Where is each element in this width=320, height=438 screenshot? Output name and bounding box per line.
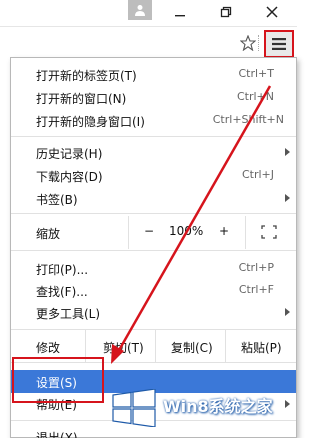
watermark-text: Win8系统之家 bbox=[163, 397, 273, 416]
minimize-button[interactable] bbox=[166, 2, 194, 22]
menu-divider bbox=[11, 213, 296, 214]
user-button[interactable] bbox=[128, 0, 152, 20]
menu-item-label: 下载内容(D) bbox=[36, 170, 103, 184]
watermark: Win8系统之家 bbox=[107, 385, 297, 438]
menu-item-shortcut: Ctrl+J bbox=[241, 168, 274, 181]
browser-toolbar bbox=[0, 26, 297, 60]
menu-item-label: 更多工具(L) bbox=[36, 307, 101, 321]
close-button[interactable] bbox=[258, 2, 286, 22]
hamburger-menu-icon bbox=[272, 38, 286, 50]
fullscreen-icon[interactable] bbox=[261, 225, 277, 239]
edit-label: 修改 bbox=[36, 341, 61, 355]
paste-label: 粘贴(P) bbox=[241, 341, 282, 355]
submenu-arrow-icon bbox=[285, 148, 290, 156]
menu-item-shortcut: Ctrl+Shift+N bbox=[212, 113, 284, 126]
menu-item-shortcut: Ctrl+P bbox=[238, 261, 274, 274]
zoom-out-button[interactable]: − bbox=[144, 224, 154, 238]
menu-item-new-window[interactable]: 打开新的窗口(N) Ctrl+N bbox=[11, 87, 296, 107]
chrome-menu-button[interactable] bbox=[264, 30, 294, 58]
zoom-separator bbox=[245, 216, 246, 249]
menu-item-shortcut: Ctrl+T bbox=[238, 67, 274, 80]
copy-label: 复制(C) bbox=[171, 341, 213, 355]
menu-item-shortcut: Ctrl+N bbox=[236, 90, 274, 103]
windows-logo-icon bbox=[112, 389, 156, 427]
zoom-label: 缩放 bbox=[36, 227, 61, 241]
menu-item-label: 打开新的标签页(T) bbox=[36, 69, 137, 83]
close-icon bbox=[266, 6, 278, 18]
menu-item-history[interactable]: 历史记录(H) bbox=[11, 142, 296, 162]
menu-item-label: 退出(X) bbox=[36, 431, 78, 438]
submenu-arrow-icon bbox=[285, 194, 290, 202]
zoom-separator bbox=[128, 216, 129, 249]
restore-icon bbox=[220, 6, 232, 18]
user-icon bbox=[135, 5, 145, 16]
menu-item-new-incognito-window[interactable]: 打开新的隐身窗口(I) Ctrl+Shift+N bbox=[11, 110, 296, 130]
menu-item-label: 书签(B) bbox=[36, 193, 78, 207]
menu-divider bbox=[11, 136, 296, 137]
menu-item-label: 打开新的隐身窗口(I) bbox=[36, 115, 145, 129]
menu-item-shortcut: Ctrl+F bbox=[238, 283, 274, 296]
menu-item-label: 查找(F)... bbox=[36, 285, 88, 299]
toolbar-separator bbox=[258, 35, 260, 51]
copy-button[interactable]: 复制(C) bbox=[156, 330, 226, 362]
menu-item-print[interactable]: 打印(P)... Ctrl+P bbox=[11, 258, 296, 278]
menu-item-label: 打印(P)... bbox=[36, 263, 89, 277]
zoom-level: 100% bbox=[169, 224, 204, 238]
menu-item-find[interactable]: 查找(F)... Ctrl+F bbox=[11, 280, 296, 300]
menu-divider bbox=[11, 250, 296, 251]
zoom-in-button[interactable]: + bbox=[219, 224, 229, 238]
zoom-row: 缩放 − 100% + bbox=[11, 216, 296, 249]
menu-item-more-tools[interactable]: 更多工具(L) bbox=[11, 302, 296, 322]
submenu-arrow-icon bbox=[285, 308, 290, 316]
menu-item-bookmarks[interactable]: 书签(B) bbox=[11, 188, 296, 208]
menu-item-new-tab[interactable]: 打开新的标签页(T) Ctrl+T bbox=[11, 64, 296, 84]
restore-button[interactable] bbox=[212, 2, 240, 22]
menu-item-label: 打开新的窗口(N) bbox=[36, 92, 127, 106]
menu-item-label: 历史记录(H) bbox=[36, 147, 103, 161]
title-bar bbox=[0, 0, 297, 26]
star-icon[interactable] bbox=[240, 35, 256, 51]
settings-highlight-box bbox=[12, 357, 104, 403]
menu-item-downloads[interactable]: 下载内容(D) Ctrl+J bbox=[11, 165, 296, 185]
chrome-menu: 打开新的标签页(T) Ctrl+T 打开新的窗口(N) Ctrl+N 打开新的隐… bbox=[10, 57, 297, 438]
minimize-icon bbox=[175, 15, 185, 17]
paste-button[interactable]: 粘贴(P) bbox=[226, 330, 296, 362]
cut-label: 剪切(T) bbox=[103, 341, 144, 355]
